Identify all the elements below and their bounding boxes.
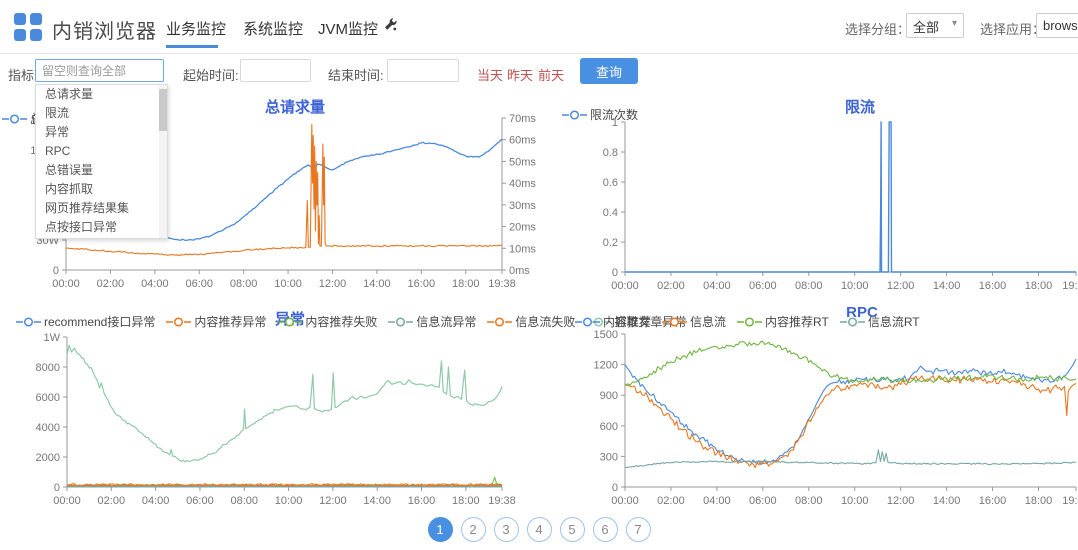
chevron-down-icon: ▾ [951, 18, 957, 29]
chart-rpc[interactable]: 0 300 600 900 1200 1500 00:00 02:00 04:00 06:00 08… [0, 0, 1078, 550]
legend-item[interactable]: 信息流失败 [487, 313, 575, 330]
chart-title-total-requests: 总请求量 [264, 99, 325, 116]
series-信息流 [624, 375, 1077, 469]
dropdown-item[interactable]: 内容抓取 [36, 180, 167, 199]
page-button-5[interactable]: 5 [559, 517, 585, 542]
dropdown-item[interactable]: 点按接口异常 [36, 218, 167, 237]
svg-text:16:00: 16:00 [979, 495, 1007, 507]
legend-marker-icon [562, 109, 587, 120]
dropdown-item[interactable]: 总请求量 [36, 85, 167, 104]
dropdown-item[interactable]: RPC [36, 142, 167, 161]
dropdown-item[interactable]: 内容推荐结果集点击量 [36, 237, 167, 238]
metric-dropdown-list: 总请求量限流异常RPC总错误量内容抓取网页推荐结果集点按接口异常内容推荐结果集点… [36, 85, 167, 238]
svg-text:08:00: 08:00 [795, 495, 823, 507]
tab-business-monitor[interactable]: 业务监控 [166, 18, 226, 39]
legend-item[interactable]: recommend接口异常 [16, 313, 155, 330]
dropdown-item[interactable]: 异常 [36, 123, 167, 142]
legend-item[interactable]: 内容推荐异常 [166, 313, 266, 330]
legend-item[interactable]: 限流次数 [562, 106, 638, 123]
svg-text:00:00: 00:00 [611, 495, 639, 507]
page-button-2[interactable]: 2 [460, 517, 486, 542]
page-button-4[interactable]: 4 [526, 517, 552, 542]
tab-jvm-monitor[interactable]: JVM监控 [318, 18, 378, 39]
page-button-6[interactable]: 6 [592, 517, 618, 542]
svg-text:19:38: 19:38 [1062, 495, 1078, 507]
dropdown-item[interactable]: 总错误量 [36, 161, 167, 180]
legend-item[interactable]: 信息流RT [839, 313, 920, 330]
group-select-label: 选择分组： [845, 22, 911, 37]
svg-text:10:00: 10:00 [841, 495, 869, 507]
legend-item[interactable]: 内容推荐 [575, 313, 651, 330]
series-内容推荐RT [624, 341, 1077, 387]
app-title: 内销浏览器 [52, 21, 157, 43]
legend-marker-icon [575, 316, 600, 327]
page-button-1[interactable]: 1 [427, 517, 453, 542]
series-信息流RT [624, 449, 1077, 469]
svg-text:06:00: 06:00 [749, 495, 777, 507]
legend-marker-icon [737, 316, 763, 327]
page-button-3[interactable]: 3 [493, 517, 519, 542]
tab-system-monitor[interactable]: 系统监控 [243, 18, 303, 39]
dropdown-item[interactable]: 网页推荐结果集 [36, 199, 167, 218]
legend-marker-icon [166, 316, 192, 327]
legend-rate-limit: 限流次数 [562, 106, 638, 123]
series-内容推荐 [624, 358, 1077, 466]
metric-dropdown[interactable]: 总请求量限流异常RPC总错误量内容抓取网页推荐结果集点按接口异常内容推荐结果集点… [35, 84, 168, 239]
svg-text:300: 300 [600, 451, 618, 463]
svg-text:14:00: 14:00 [933, 495, 961, 507]
legend-marker-icon [2, 113, 27, 124]
svg-text:18:00: 18:00 [1025, 495, 1053, 507]
legend-marker-icon [839, 316, 865, 327]
active-tab-underline [166, 45, 218, 48]
svg-text:1200: 1200 [594, 360, 618, 372]
legend-rpc: 内容推荐 信息流 内容推荐RT 信息流RT [575, 313, 920, 330]
wrench-icon[interactable] [383, 17, 398, 37]
svg-text:02:00: 02:00 [657, 495, 685, 507]
axes: 0 300 600 900 1200 1500 00:00 02:00 04:00 06:00 08… [594, 329, 1078, 507]
dashboard: 030W60W90W120W150W0ms10ms20ms30ms40ms50m… [0, 0, 1078, 550]
app-input[interactable] [1036, 13, 1078, 38]
svg-text:12:00: 12:00 [887, 495, 915, 507]
legend-item[interactable]: 信息流异常 [388, 313, 476, 330]
chart-title-rate-limit: 限流 [844, 99, 875, 116]
app-logo-icon [14, 13, 42, 41]
dropdown-item[interactable]: 限流 [36, 104, 167, 123]
pagination: 1234567 [0, 517, 1078, 542]
dropdown-scrollbar-thumb[interactable] [159, 89, 167, 131]
legend-marker-icon [277, 316, 303, 327]
legend-marker-icon [388, 316, 414, 327]
legend-item[interactable]: 内容推荐失败 [277, 313, 377, 330]
legend-marker-icon [662, 316, 688, 327]
svg-text:600: 600 [600, 421, 618, 433]
svg-text:1500: 1500 [594, 329, 618, 341]
svg-text:900: 900 [600, 390, 618, 402]
svg-text:0: 0 [612, 482, 618, 494]
legend-item[interactable]: 信息流 [662, 313, 726, 330]
legend-marker-icon [16, 316, 41, 327]
svg-text:04:00: 04:00 [703, 495, 731, 507]
legend-marker-icon [487, 316, 513, 327]
page-button-7[interactable]: 7 [625, 517, 651, 542]
app-header: 内销浏览器 业务监控 系统监控 JVM监控 选择分组： 全部 ▾ 选择应用： [0, 0, 1078, 54]
group-select-value: 全部 [913, 20, 940, 35]
legend-item[interactable]: 内容推荐RT [737, 313, 829, 330]
group-select[interactable]: 全部 ▾ [906, 13, 964, 38]
